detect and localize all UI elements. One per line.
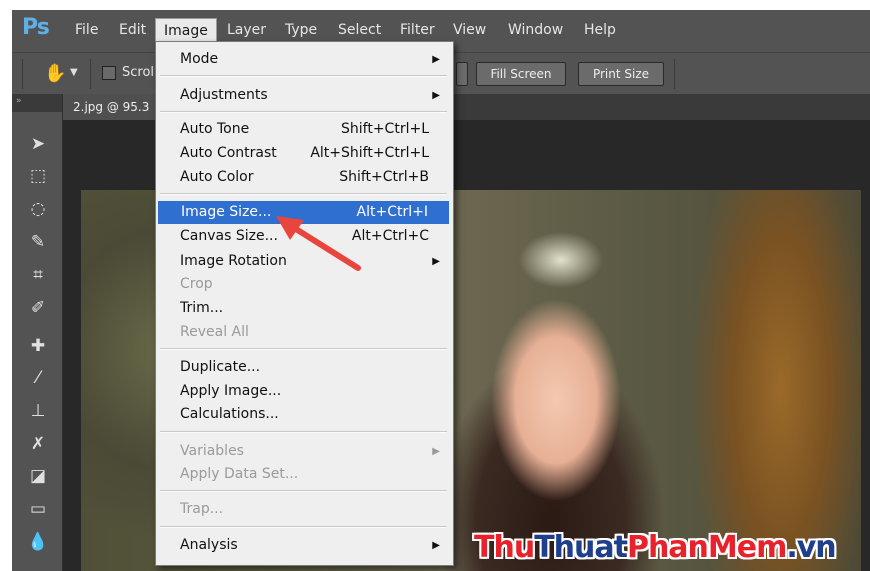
menu-help[interactable]: Help xyxy=(584,22,616,38)
menu-item-label: Trim... xyxy=(180,300,224,316)
menu-item-auto-contrast[interactable]: Auto Contrast Alt+Shift+Ctrl+L xyxy=(157,142,450,165)
crop-tool-icon[interactable]: ⌗ xyxy=(26,263,50,287)
menu-item-adjustments[interactable]: Adjustments ▶ xyxy=(157,84,450,107)
watermark-part-1: Thu xyxy=(474,530,535,565)
submenu-arrow-icon: ▶ xyxy=(432,540,440,551)
brush-tool-icon[interactable]: ⁄ xyxy=(26,366,50,390)
menu-item-duplicate[interactable]: Duplicate... xyxy=(157,356,450,379)
menu-item-analysis[interactable]: Analysis ▶ xyxy=(157,534,450,557)
menu-item-label: Image Rotation xyxy=(180,253,287,269)
menu-filter[interactable]: Filter xyxy=(400,22,435,38)
gradient-tool-icon[interactable]: ▭ xyxy=(26,497,50,521)
menu-item-shortcut: Shift+Ctrl+B xyxy=(339,169,429,185)
menu-item-label: Adjustments xyxy=(180,87,268,103)
tool-preset-caret-icon[interactable]: ▼ xyxy=(70,67,78,78)
menu-item-label: Analysis xyxy=(180,537,238,553)
menu-item-label: Variables xyxy=(180,443,244,459)
options-separator-end xyxy=(674,59,675,89)
watermark-part-3: PhanMem xyxy=(626,530,787,565)
fit-screen-button-edge[interactable] xyxy=(456,62,468,86)
options-grip xyxy=(22,59,23,89)
menu-item-mode[interactable]: Mode ▶ xyxy=(157,48,450,71)
menu-separator xyxy=(160,111,447,113)
menu-item-label: Apply Image... xyxy=(180,383,282,399)
menu-item-label: Auto Contrast xyxy=(180,145,277,161)
lasso-tool-icon[interactable]: ◌ xyxy=(26,197,50,221)
menu-separator xyxy=(160,193,447,195)
clone-stamp-tool-icon[interactable]: ⊥ xyxy=(26,399,50,423)
menu-item-trap: Trap... xyxy=(157,498,450,521)
menu-layer[interactable]: Layer xyxy=(227,22,266,38)
menu-item-calculations[interactable]: Calculations... xyxy=(157,403,450,426)
menu-item-apply-image[interactable]: Apply Image... xyxy=(157,380,450,403)
watermark-part-4: .vn xyxy=(786,530,836,565)
annotation-arrow-icon xyxy=(276,216,361,271)
submenu-arrow-icon: ▶ xyxy=(432,90,440,101)
menu-item-label: Auto Tone xyxy=(180,121,250,137)
menu-item-label: Calculations... xyxy=(180,406,279,422)
menu-item-shortcut: Alt+Shift+Ctrl+L xyxy=(310,145,429,161)
menu-item-label: Image Size... xyxy=(181,204,272,220)
menu-item-trim[interactable]: Trim... xyxy=(157,297,450,320)
menu-separator xyxy=(160,431,447,433)
menu-item-label: Duplicate... xyxy=(180,359,261,375)
submenu-arrow-icon: ▶ xyxy=(432,54,440,65)
menu-type[interactable]: Type xyxy=(285,22,317,38)
blur-tool-icon[interactable]: 💧 xyxy=(26,530,50,554)
menu-item-shortcut: Shift+Ctrl+L xyxy=(341,121,429,137)
history-brush-tool-icon[interactable]: ✗ xyxy=(26,432,50,456)
hand-tool-icon[interactable]: ✋ xyxy=(44,63,66,84)
healing-brush-tool-icon[interactable]: ✚ xyxy=(26,334,50,358)
options-separator xyxy=(90,59,91,89)
image-menu-dropdown: Mode ▶ Adjustments ▶ Auto Tone Shift+Ctr… xyxy=(155,41,454,566)
menu-item-label: Canvas Size... xyxy=(180,228,278,244)
menu-item-variables: Variables ▶ xyxy=(157,440,450,463)
collapse-icon[interactable]: » xyxy=(16,96,22,106)
menu-item-reveal-all: Reveal All xyxy=(157,321,450,344)
menu-item-label: Trap... xyxy=(180,501,224,517)
photoshop-logo: Ps xyxy=(22,15,50,40)
toolbox-header[interactable]: » xyxy=(12,94,62,112)
menu-select[interactable]: Select xyxy=(338,22,381,38)
menu-separator xyxy=(160,348,447,350)
menu-item-label: Apply Data Set... xyxy=(180,466,299,482)
menu-item-label: Crop xyxy=(180,276,213,292)
menu-item-auto-tone[interactable]: Auto Tone Shift+Ctrl+L xyxy=(157,118,450,141)
menu-item-label: Reveal All xyxy=(180,324,249,340)
menu-item-label: Mode xyxy=(180,51,219,67)
menu-edit[interactable]: Edit xyxy=(119,22,146,38)
menu-window[interactable]: Window xyxy=(508,22,563,38)
submenu-arrow-icon: ▶ xyxy=(432,256,440,267)
menu-file[interactable]: File xyxy=(75,22,98,38)
menu-item-apply-data-set: Apply Data Set... xyxy=(157,463,450,486)
menu-separator xyxy=(160,526,447,528)
scroll-all-windows-checkbox[interactable] xyxy=(102,66,116,80)
watermark: ThuThuatPhanMem.vn xyxy=(474,530,837,565)
eraser-tool-icon[interactable]: ◪ xyxy=(26,464,50,488)
watermark-part-2: Thuat xyxy=(534,530,628,565)
menu-view[interactable]: View xyxy=(453,22,486,38)
menu-item-auto-color[interactable]: Auto Color Shift+Ctrl+B xyxy=(157,166,450,189)
fill-screen-button[interactable]: Fill Screen xyxy=(476,62,566,86)
quick-selection-tool-icon[interactable]: ✎ xyxy=(26,230,50,254)
menu-item-label: Auto Color xyxy=(180,169,254,185)
toolbox: » ➤ ⬚ ◌ ✎ ⌗ ✐ ✚ ⁄ ⊥ ✗ ◪ ▭ 💧 xyxy=(12,94,63,571)
scroll-all-windows-label: Scroll xyxy=(122,65,158,80)
move-tool-icon[interactable]: ➤ xyxy=(26,132,50,156)
marquee-tool-icon[interactable]: ⬚ xyxy=(26,164,50,188)
print-size-button[interactable]: Print Size xyxy=(578,62,664,86)
submenu-arrow-icon: ▶ xyxy=(432,446,440,457)
menu-separator xyxy=(160,490,447,492)
eyedropper-tool-icon[interactable]: ✐ xyxy=(26,296,50,320)
menu-separator xyxy=(160,75,447,77)
